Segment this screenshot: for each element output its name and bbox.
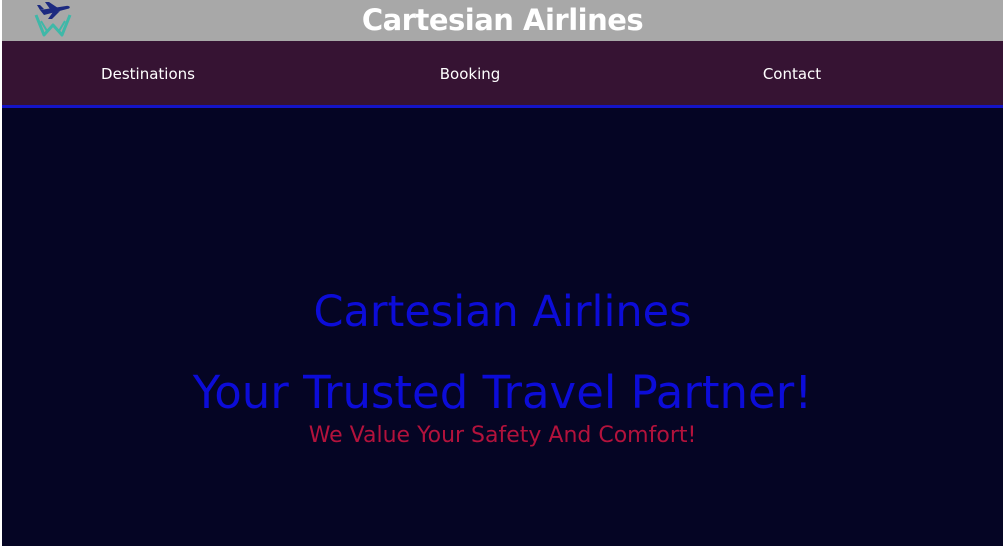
main-nav: Destinations Booking Contact [2,41,1003,108]
hero-subtitle: We Value Your Safety And Comfort! [308,423,697,448]
site-title: Cartesian Airlines [361,3,644,37]
hero-title: Cartesian Airlines [313,287,692,337]
hero-tagline: Your Trusted Travel Partner! [192,366,813,419]
nav-link-contact[interactable]: Contact [763,65,821,83]
page: Cartesian Airlines Destinations Booking … [2,0,1003,546]
hero-section: Cartesian Airlines Your Trusted Travel P… [2,108,1003,546]
nav-link-destinations[interactable]: Destinations [101,65,195,83]
nav-link-booking[interactable]: Booking [440,65,501,83]
site-header: Cartesian Airlines [2,0,1003,41]
